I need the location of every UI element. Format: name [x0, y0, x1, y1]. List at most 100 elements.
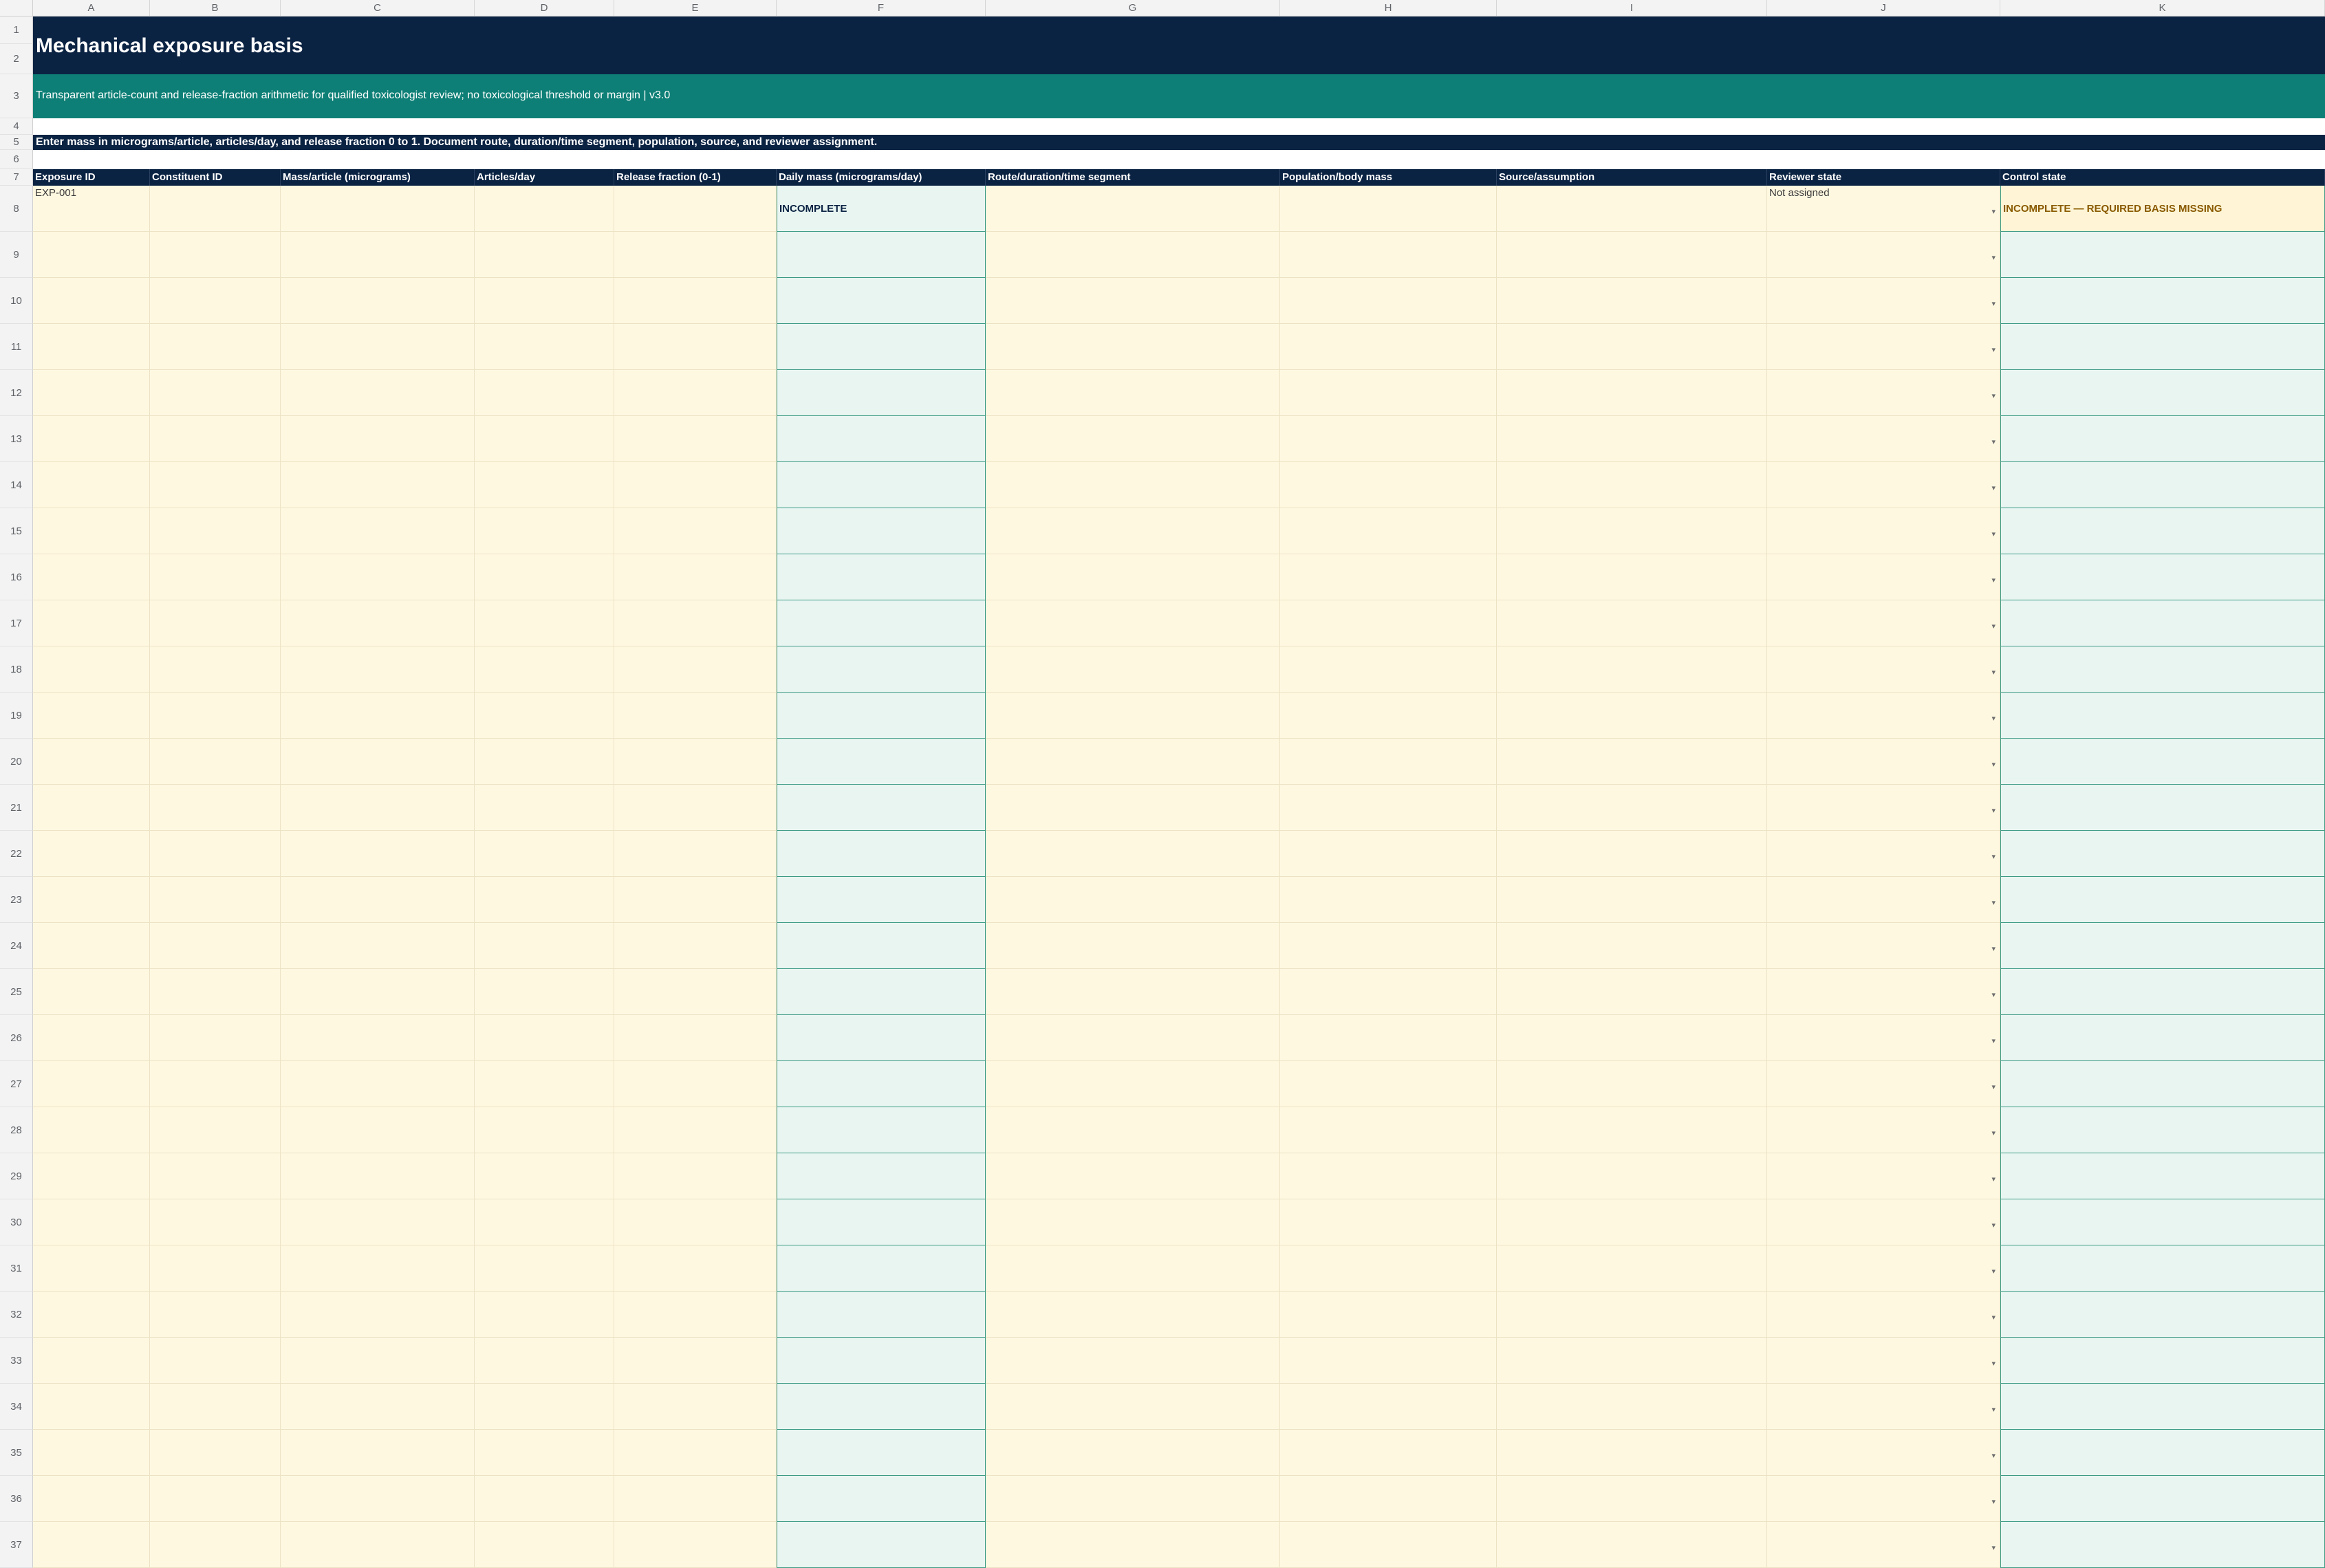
cell-i14[interactable]	[1497, 462, 1767, 508]
cell-k31[interactable]	[2000, 1245, 2325, 1292]
cell-d15[interactable]	[475, 508, 614, 554]
cell-e20[interactable]	[614, 739, 777, 785]
cell-a18[interactable]	[33, 646, 150, 693]
cell-h20[interactable]	[1280, 739, 1497, 785]
cell-e31[interactable]	[614, 1245, 777, 1292]
row-header-32[interactable]: 32	[0, 1292, 33, 1338]
cell-k34[interactable]	[2000, 1384, 2325, 1430]
cell-d36[interactable]	[475, 1476, 614, 1522]
cell-j29[interactable]: ▾	[1767, 1153, 2000, 1199]
row-header-6[interactable]: 6	[0, 150, 33, 169]
cell-k8[interactable]: INCOMPLETE — REQUIRED BASIS MISSING	[2000, 186, 2325, 232]
row-header-10[interactable]: 10	[0, 278, 33, 324]
column-header-j[interactable]: J	[1767, 0, 2000, 17]
cell-f8[interactable]: INCOMPLETE	[777, 186, 986, 232]
cell-g15[interactable]	[986, 508, 1280, 554]
cell-e22[interactable]	[614, 831, 777, 877]
cell-c15[interactable]	[281, 508, 475, 554]
cell-a30[interactable]	[33, 1199, 150, 1245]
chevron-down-icon[interactable]: ▾	[1991, 1267, 1996, 1276]
cell-k20[interactable]	[2000, 739, 2325, 785]
cell-e29[interactable]	[614, 1153, 777, 1199]
cell-e27[interactable]	[614, 1061, 777, 1107]
cell-j32[interactable]: ▾	[1767, 1292, 2000, 1338]
cell-e17[interactable]	[614, 600, 777, 646]
row-header-36[interactable]: 36	[0, 1476, 33, 1522]
cell-h22[interactable]	[1280, 831, 1497, 877]
cell-c32[interactable]	[281, 1292, 475, 1338]
cell-h26[interactable]	[1280, 1015, 1497, 1061]
cell-g25[interactable]	[986, 969, 1280, 1015]
cell-f17[interactable]	[777, 600, 986, 646]
cell-i18[interactable]	[1497, 646, 1767, 693]
cell-g32[interactable]	[986, 1292, 1280, 1338]
cell-h27[interactable]	[1280, 1061, 1497, 1107]
cell-j12[interactable]: ▾	[1767, 370, 2000, 416]
cell-e9[interactable]	[614, 232, 777, 278]
chevron-down-icon[interactable]: ▾	[1991, 1313, 1996, 1322]
cell-c26[interactable]	[281, 1015, 475, 1061]
cell-a12[interactable]	[33, 370, 150, 416]
cell-e32[interactable]	[614, 1292, 777, 1338]
cell-a19[interactable]	[33, 693, 150, 739]
cell-k10[interactable]	[2000, 278, 2325, 324]
cell-f19[interactable]	[777, 693, 986, 739]
cell-i30[interactable]	[1497, 1199, 1767, 1245]
cell-j28[interactable]: ▾	[1767, 1107, 2000, 1153]
cell-a13[interactable]	[33, 416, 150, 462]
cell-e35[interactable]	[614, 1430, 777, 1476]
cell-f33[interactable]	[777, 1338, 986, 1384]
cell-c29[interactable]	[281, 1153, 475, 1199]
cell-f34[interactable]	[777, 1384, 986, 1430]
cell-c9[interactable]	[281, 232, 475, 278]
column-header-h[interactable]: H	[1280, 0, 1497, 17]
cell-h17[interactable]	[1280, 600, 1497, 646]
cell-c19[interactable]	[281, 693, 475, 739]
cell-f35[interactable]	[777, 1430, 986, 1476]
cell-i19[interactable]	[1497, 693, 1767, 739]
cell-h24[interactable]	[1280, 923, 1497, 969]
cell-j33[interactable]: ▾	[1767, 1338, 2000, 1384]
row-header-28[interactable]: 28	[0, 1107, 33, 1153]
cell-i32[interactable]	[1497, 1292, 1767, 1338]
cell-i23[interactable]	[1497, 877, 1767, 923]
cell-f37[interactable]	[777, 1522, 986, 1568]
cell-h13[interactable]	[1280, 416, 1497, 462]
cell-c23[interactable]	[281, 877, 475, 923]
cell-e13[interactable]	[614, 416, 777, 462]
cell-d13[interactable]	[475, 416, 614, 462]
cell-h18[interactable]	[1280, 646, 1497, 693]
cell-g22[interactable]	[986, 831, 1280, 877]
cell-i31[interactable]	[1497, 1245, 1767, 1292]
cell-d16[interactable]	[475, 554, 614, 600]
cell-h30[interactable]	[1280, 1199, 1497, 1245]
cell-h8[interactable]	[1280, 186, 1497, 232]
cell-h37[interactable]	[1280, 1522, 1497, 1568]
cell-k23[interactable]	[2000, 877, 2325, 923]
cell-d14[interactable]	[475, 462, 614, 508]
chevron-down-icon[interactable]: ▾	[1991, 852, 1996, 861]
column-header-f[interactable]: F	[777, 0, 986, 17]
row-header-18[interactable]: 18	[0, 646, 33, 693]
column-header-b[interactable]: B	[150, 0, 281, 17]
cell-b37[interactable]	[150, 1522, 281, 1568]
cell-j19[interactable]: ▾	[1767, 693, 2000, 739]
cell-k16[interactable]	[2000, 554, 2325, 600]
cell-a32[interactable]	[33, 1292, 150, 1338]
cell-d12[interactable]	[475, 370, 614, 416]
cell-b14[interactable]	[150, 462, 281, 508]
row-header-24[interactable]: 24	[0, 923, 33, 969]
cell-h11[interactable]	[1280, 324, 1497, 370]
cell-i27[interactable]	[1497, 1061, 1767, 1107]
chevron-down-icon[interactable]: ▾	[1991, 391, 1996, 400]
cell-g23[interactable]	[986, 877, 1280, 923]
row-header-9[interactable]: 9	[0, 232, 33, 278]
cell-i15[interactable]	[1497, 508, 1767, 554]
cell-j22[interactable]: ▾	[1767, 831, 2000, 877]
row-header-37[interactable]: 37	[0, 1522, 33, 1568]
cell-a15[interactable]	[33, 508, 150, 554]
cell-g14[interactable]	[986, 462, 1280, 508]
cell-h21[interactable]	[1280, 785, 1497, 831]
chevron-down-icon[interactable]: ▾	[1991, 1359, 1996, 1368]
cell-b32[interactable]	[150, 1292, 281, 1338]
